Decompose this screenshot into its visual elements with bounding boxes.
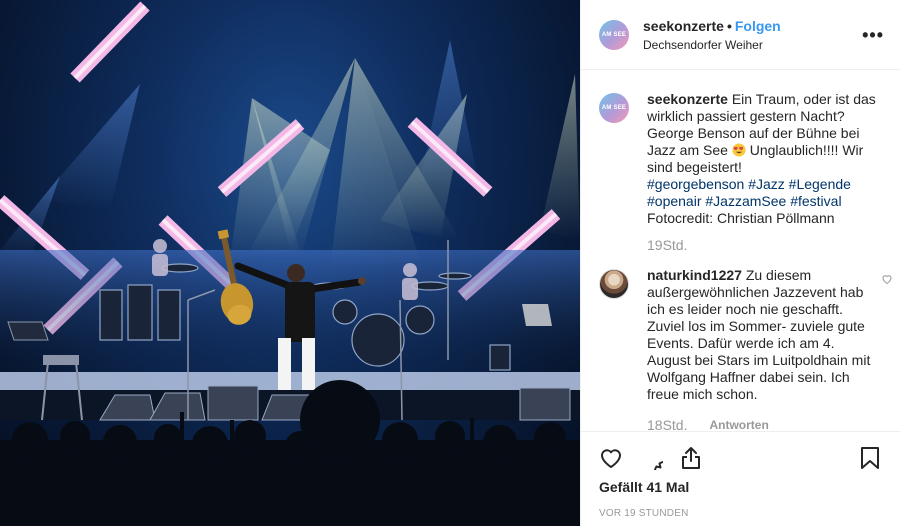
comment-time[interactable]: 18Std.: [647, 417, 687, 431]
avatar-logo-text: AM SEE: [601, 105, 627, 111]
commenter-avatar[interactable]: [599, 269, 629, 299]
avatar-logo-text: AM SEE: [601, 31, 627, 38]
separator-dot: •: [726, 17, 732, 34]
comment-text: Zu diesem außergewöhnlichen Jazzevent ha…: [647, 267, 871, 402]
post-timestamp[interactable]: VOR 19 STUNDEN: [599, 508, 885, 519]
comments-section: AM SEE seekonzerte Ein Traum, oder ist d…: [581, 71, 900, 431]
hashtags[interactable]: #openair #JazzamSee #festival: [647, 193, 842, 209]
concert-stage-image: [0, 1, 580, 526]
caption-time[interactable]: 19Std.: [647, 237, 687, 253]
like-comment-heart-icon[interactable]: [881, 273, 893, 285]
hashtags[interactable]: #georgebenson #Jazz #Legende: [647, 176, 851, 192]
photo-credit: Fotocredit: Christian Pöllmann: [647, 210, 835, 226]
share-icon[interactable]: [679, 446, 703, 470]
heart-icon[interactable]: [599, 446, 623, 470]
caption: AM SEE seekonzerte Ein Traum, oder ist d…: [581, 71, 900, 253]
comment-icon[interactable]: [639, 446, 663, 470]
bookmark-icon[interactable]: [859, 446, 881, 470]
caption-avatar[interactable]: AM SEE: [599, 93, 629, 123]
location-link[interactable]: Dechsendorfer Weiher: [643, 37, 862, 53]
comment-item: naturkind1227 Zu diesem außergewöhnliche…: [581, 253, 900, 431]
caption-username[interactable]: seekonzerte: [647, 91, 728, 107]
account-username[interactable]: seekonzerte: [643, 18, 724, 34]
likes-count[interactable]: Gefällt 41 Mal: [599, 478, 885, 496]
post-photo[interactable]: [0, 0, 580, 526]
post-sidebar: AM SEE seekonzerte • Folgen Dechsendorfer …: [580, 0, 900, 526]
comment-username[interactable]: naturkind1227: [647, 267, 742, 283]
post-actions: Gefällt 41 Mal VOR 19 STUNDEN: [581, 431, 900, 526]
account-avatar[interactable]: AM SEE: [599, 19, 629, 50]
reply-button[interactable]: Antworten: [709, 418, 768, 431]
heart-eyes-emoji-icon: [732, 143, 746, 157]
follow-button[interactable]: Folgen: [735, 18, 781, 34]
post-header: AM SEE seekonzerte • Folgen Dechsendorfer …: [581, 0, 900, 70]
more-options-icon[interactable]: •••: [862, 26, 884, 44]
